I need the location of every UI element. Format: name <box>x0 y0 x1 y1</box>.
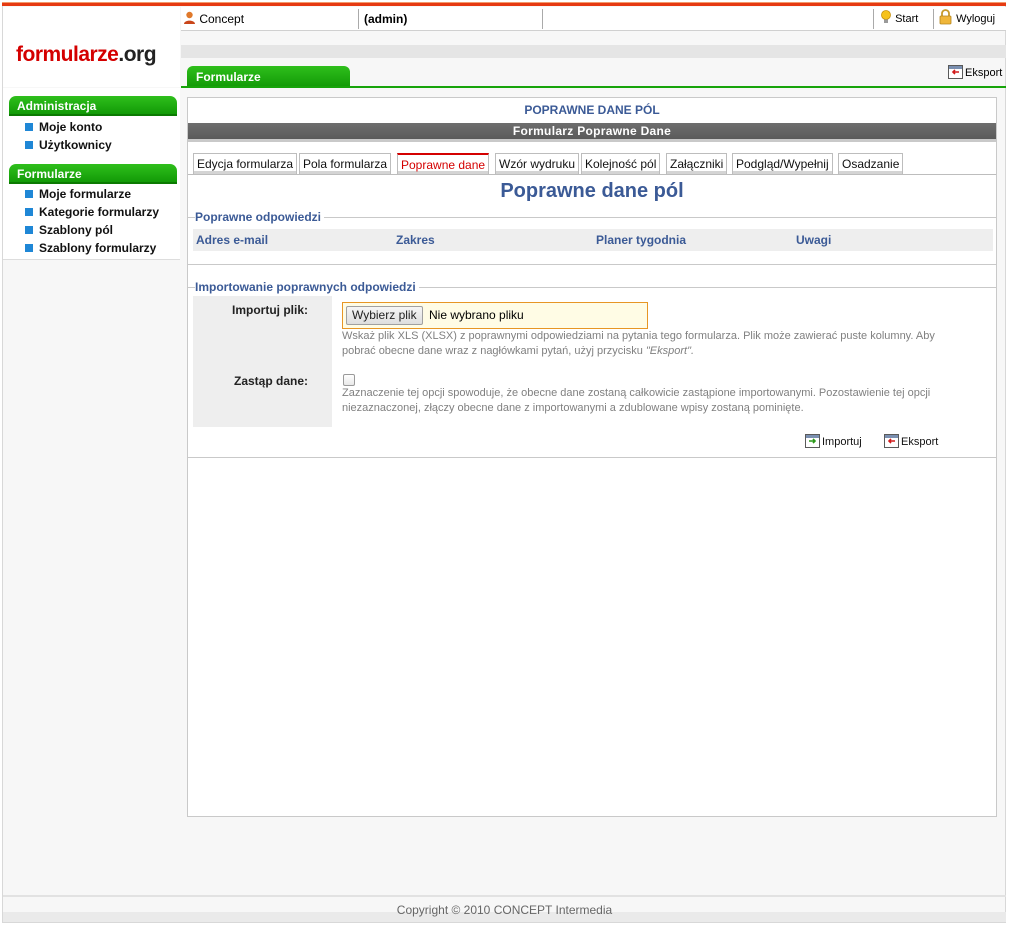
sidebar-item-label: Kategorie formularzy <box>39 205 160 219</box>
bullet-icon <box>25 244 33 252</box>
import-file-input[interactable]: Wybierz plik Nie wybrano pliku <box>342 302 648 329</box>
sidebar-item-label: Szablony formularzy <box>39 241 157 255</box>
bullet-icon <box>25 226 33 234</box>
bullet-icon <box>25 141 33 149</box>
bullet-icon <box>25 208 33 216</box>
logo-area: formularze.org <box>3 7 180 87</box>
sidebar-item-label: Szablony pól <box>39 223 114 237</box>
sidebar-item-moje-formularze[interactable]: Moje formularze <box>25 187 131 201</box>
form-title-bar: Formularz Poprawne Dane <box>188 123 996 139</box>
sidebar-item-szablony-pol[interactable]: Szablony pól <box>25 223 113 237</box>
import-legend: Importowanie poprawnych odpowiedzi <box>195 280 419 294</box>
column-header-zakres: Zakres <box>396 233 435 247</box>
choose-file-button[interactable]: Wybierz plik <box>346 306 423 325</box>
logout-label: Wyloguj <box>956 13 996 25</box>
divider <box>873 9 874 29</box>
bullet-icon <box>25 190 33 198</box>
tab-zalaczniki[interactable]: Załączniki <box>666 153 728 174</box>
answers-table-header: Adres e-mail Zakres Planer tygodnia Uwag… <box>193 229 993 251</box>
sidebar-section-administracja: Administracja <box>9 96 177 116</box>
sidebar-item-label: Moje konto <box>39 120 103 134</box>
column-header-planer: Planer tygodnia <box>596 233 687 247</box>
subtabs-underline <box>188 174 996 175</box>
tab-edycja-formularza[interactable]: Edycja formularza <box>193 153 298 174</box>
sidebar-item-szablony-formularzy[interactable]: Szablony formularzy <box>25 241 156 255</box>
sidebar-section-formularze: Formularze <box>9 164 177 184</box>
tab-poprawne-dane[interactable]: Poprawne dane <box>397 153 490 174</box>
export-top-button[interactable]: Eksport <box>948 65 1002 81</box>
divider <box>358 9 359 29</box>
user-name: Concept <box>199 12 245 26</box>
divider <box>933 9 934 29</box>
tab-osadzanie[interactable]: Osadzanie <box>838 153 904 174</box>
lock-icon <box>939 9 952 25</box>
logo-part2: .org <box>118 43 157 66</box>
divider <box>542 9 543 29</box>
tab-underline <box>181 86 1006 88</box>
logo-part1: formularze <box>16 43 119 66</box>
export-top-label: Eksport <box>965 67 1003 79</box>
panel-title: POPRAWNE DANE PÓL <box>524 103 660 117</box>
export-icon <box>884 434 899 448</box>
title-bar-shadow <box>188 139 996 142</box>
export-button[interactable]: Eksport <box>884 434 938 450</box>
top-bar: Concept (admin) Start Wyloguj <box>181 7 1006 31</box>
answers-legend: Poprawne odpowiedzi <box>195 210 325 224</box>
top-stripe <box>2 2 1006 6</box>
replace-data-checkbox[interactable] <box>343 374 355 386</box>
column-header-email: Adres e-mail <box>196 233 269 247</box>
logout-link[interactable]: Wyloguj <box>938 7 995 31</box>
tab-pola-formularza[interactable]: Pola formularza <box>299 153 392 174</box>
header-gray-bar <box>181 45 1006 58</box>
tab-podglad-wypelnij[interactable]: Podgląd/Wypełnij <box>732 153 833 174</box>
sidebar-item-label: Użytkownicy <box>39 138 112 152</box>
tab-formularze[interactable]: Formularze <box>187 66 350 87</box>
bullet-icon <box>25 123 33 131</box>
import-button[interactable]: Importuj <box>805 434 862 450</box>
sidebar-item-label: Moje formularze <box>39 187 132 201</box>
user-info: Concept <box>183 7 244 31</box>
start-label: Start <box>895 13 919 25</box>
sidebar-item-uzytkownicy[interactable]: Użytkownicy <box>25 138 112 152</box>
export-icon <box>948 65 963 79</box>
replace-hint: Zaznaczenie tej opcji spowoduje, że obec… <box>342 386 957 416</box>
file-hint-export: "Eksport". <box>645 345 695 357</box>
import-icon <box>805 434 820 448</box>
content-panel: POPRAWNE DANE PÓL Formularz Poprawne Dan… <box>187 97 997 817</box>
start-link[interactable]: Start <box>880 7 918 31</box>
logo[interactable]: formularze.org <box>16 43 157 67</box>
user-role: (admin) <box>364 12 408 26</box>
fieldset-bottom-line <box>188 457 996 458</box>
file-status: Nie wybrano pliku <box>429 308 524 322</box>
import-file-label: Importuj plik: <box>232 303 308 317</box>
import-button-label: Importuj <box>822 436 862 448</box>
export-button-label: Eksport <box>901 436 939 448</box>
replace-hint-line1: Zaznaczenie tej opcji spowoduje, że obec… <box>342 387 931 399</box>
sidebar-item-moje-konto[interactable]: Moje konto <box>25 120 102 134</box>
replace-hint-line2: niezaznaczonej, złączy obecne dane z imp… <box>342 402 804 414</box>
file-hint-line2: pobrać obecne dane wraz z nagłówkami pyt… <box>342 344 957 359</box>
user-icon <box>184 11 195 24</box>
sidebar-item-kategorie-formularzy[interactable]: Kategorie formularzy <box>25 205 159 219</box>
tab-kolejnosc-pol[interactable]: Kolejność pól <box>581 153 661 174</box>
footer-bar <box>3 895 1006 897</box>
file-hint-line1: Wskaż plik XLS (XLSX) z poprawnymi odpow… <box>342 330 935 342</box>
fieldset-bottom-line <box>188 264 996 265</box>
file-hint: Wskaż plik XLS (XLSX) z poprawnymi odpow… <box>342 329 957 359</box>
replace-data-label: Zastąp dane: <box>233 374 308 388</box>
tab-wzor-wydruku[interactable]: Wzór wydruku <box>495 153 580 174</box>
file-hint-text: pobrać obecne dane wraz z nagłówkami pyt… <box>342 345 643 357</box>
column-header-uwagi: Uwagi <box>796 233 832 247</box>
page-heading: Poprawne dane pól <box>500 180 684 202</box>
lightbulb-icon <box>881 10 891 23</box>
footer-copyright: Copyright © 2010 CONCEPT Intermedia <box>396 903 613 917</box>
sidebar: Administracja Moje konto Użytkownicy For… <box>3 88 180 260</box>
